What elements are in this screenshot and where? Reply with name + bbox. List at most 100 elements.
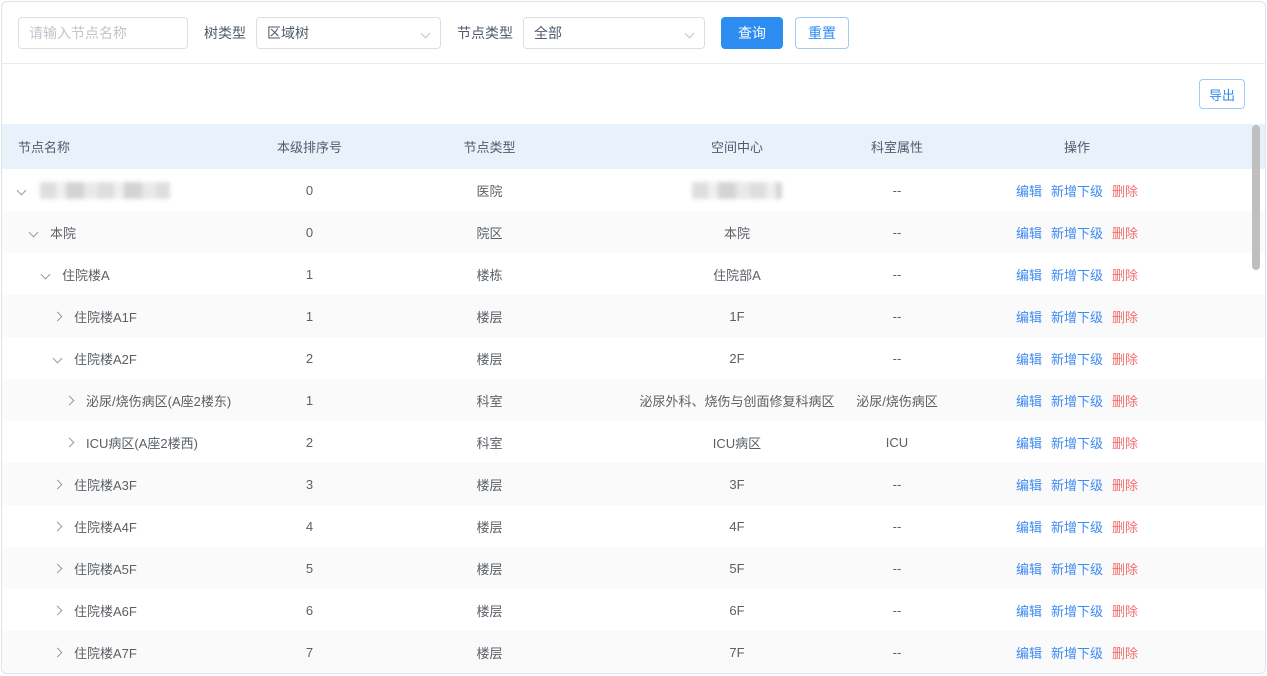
expand-toggle[interactable]: [54, 649, 70, 656]
edit-link[interactable]: 编辑: [1016, 643, 1042, 662]
space-center-cell: 住院部A: [622, 265, 852, 284]
table-row: 住院楼A2F 2 楼层 2F -- 编辑 新增下级 删除: [2, 337, 1265, 379]
table-row: 0 医院 -- 编辑 新增下级 删除: [2, 169, 1265, 211]
space-center-cell: 6F: [622, 603, 852, 618]
delete-link[interactable]: 删除: [1112, 517, 1138, 536]
add-child-link[interactable]: 新增下级: [1051, 349, 1103, 368]
delete-link[interactable]: 删除: [1112, 475, 1138, 494]
reset-button[interactable]: 重置: [795, 17, 849, 49]
node-type-cell: 科室: [357, 391, 622, 410]
add-child-link[interactable]: 新增下级: [1051, 223, 1103, 242]
node-name-cell: 住院楼A7F: [2, 643, 262, 662]
add-child-link[interactable]: 新增下级: [1051, 307, 1103, 326]
expand-toggle[interactable]: [42, 271, 58, 278]
delete-link[interactable]: 删除: [1112, 601, 1138, 620]
sort-order-cell: 4: [262, 519, 357, 534]
col-sort-order: 本级排序号: [262, 137, 357, 156]
table-row: 住院楼A6F 6 楼层 6F -- 编辑 新增下级 删除: [2, 589, 1265, 631]
add-child-link[interactable]: 新增下级: [1051, 391, 1103, 410]
delete-link[interactable]: 删除: [1112, 265, 1138, 284]
expand-toggle[interactable]: [30, 229, 46, 236]
edit-link[interactable]: 编辑: [1016, 307, 1042, 326]
node-name-text: 住院楼A3F: [74, 475, 137, 494]
search-button[interactable]: 查询: [721, 17, 783, 49]
edit-link[interactable]: 编辑: [1016, 265, 1042, 284]
edit-link[interactable]: 编辑: [1016, 181, 1042, 200]
delete-link[interactable]: 删除: [1112, 223, 1138, 242]
vertical-scrollbar-thumb[interactable]: [1252, 125, 1260, 270]
dept-attr-cell: --: [852, 603, 942, 618]
dept-attr-cell: --: [852, 183, 942, 198]
delete-link[interactable]: 删除: [1112, 349, 1138, 368]
space-center-cell: 2F: [622, 351, 852, 366]
chevron-down-icon: [421, 28, 431, 38]
delete-link[interactable]: 删除: [1112, 181, 1138, 200]
add-child-link[interactable]: 新增下级: [1051, 265, 1103, 284]
node-type-cell: 楼层: [357, 307, 622, 326]
expand-toggle[interactable]: [54, 313, 70, 320]
node-name-cell: ICU病区(A座2楼西): [2, 433, 262, 452]
expand-toggle[interactable]: [54, 523, 70, 530]
node-name-text: 本院: [50, 223, 76, 242]
dept-attr-cell: 泌尿/烧伤病区: [852, 391, 942, 410]
node-name-cell: 泌尿/烧伤病区(A座2楼东): [2, 391, 262, 410]
sort-order-cell: 2: [262, 351, 357, 366]
sort-order-cell: 6: [262, 603, 357, 618]
node-type-cell: 楼层: [357, 643, 622, 662]
node-type-cell: 楼栋: [357, 265, 622, 284]
node-name-text: 住院楼A7F: [74, 643, 137, 662]
expand-toggle[interactable]: [18, 187, 34, 194]
expand-toggle[interactable]: [54, 481, 70, 488]
expand-toggle[interactable]: [54, 355, 70, 362]
space-center-cell: ICU病区: [622, 433, 852, 452]
add-child-link[interactable]: 新增下级: [1051, 433, 1103, 452]
node-type-cell: 医院: [357, 181, 622, 200]
node-name-cell: 住院楼A3F: [2, 475, 262, 494]
space-center-cell: 1F: [622, 309, 852, 324]
space-center-cell: 3F: [622, 477, 852, 492]
node-name-cell: 住院楼A2F: [2, 349, 262, 368]
edit-link[interactable]: 编辑: [1016, 559, 1042, 578]
edit-link[interactable]: 编辑: [1016, 433, 1042, 452]
expand-icon: [65, 437, 75, 447]
col-node-name: 节点名称: [2, 137, 262, 156]
dept-attr-cell: --: [852, 225, 942, 240]
expand-icon: [41, 269, 51, 279]
space-center-cell: [622, 182, 852, 199]
expand-toggle[interactable]: [54, 565, 70, 572]
edit-link[interactable]: 编辑: [1016, 223, 1042, 242]
space-tree-table: 节点名称 本级排序号 节点类型 空间中心 科室属性 操作 0 医院 -- 编辑 …: [2, 124, 1265, 673]
dept-attr-cell: --: [852, 519, 942, 534]
table-toolbar: 导出: [2, 64, 1265, 124]
add-child-link[interactable]: 新增下级: [1051, 475, 1103, 494]
dept-attr-cell: ICU: [852, 435, 942, 450]
tree-type-select[interactable]: 区域树: [256, 17, 441, 49]
delete-link[interactable]: 删除: [1112, 391, 1138, 410]
edit-link[interactable]: 编辑: [1016, 601, 1042, 620]
sort-order-cell: 0: [262, 183, 357, 198]
expand-toggle[interactable]: [66, 397, 82, 404]
delete-link[interactable]: 删除: [1112, 643, 1138, 662]
delete-link[interactable]: 删除: [1112, 559, 1138, 578]
export-button[interactable]: 导出: [1199, 79, 1245, 109]
delete-link[interactable]: 删除: [1112, 433, 1138, 452]
add-child-link[interactable]: 新增下级: [1051, 517, 1103, 536]
expand-toggle[interactable]: [66, 439, 82, 446]
edit-link[interactable]: 编辑: [1016, 517, 1042, 536]
table-row: 住院楼A1F 1 楼层 1F -- 编辑 新增下级 删除: [2, 295, 1265, 337]
node-name-cell: [2, 182, 262, 199]
add-child-link[interactable]: 新增下级: [1051, 601, 1103, 620]
table-row: 住院楼A3F 3 楼层 3F -- 编辑 新增下级 删除: [2, 463, 1265, 505]
search-input[interactable]: [18, 17, 188, 49]
edit-link[interactable]: 编辑: [1016, 391, 1042, 410]
node-type-select[interactable]: 全部: [523, 17, 705, 49]
add-child-link[interactable]: 新增下级: [1051, 643, 1103, 662]
node-name-text: 住院楼A4F: [74, 517, 137, 536]
delete-link[interactable]: 删除: [1112, 307, 1138, 326]
expand-toggle[interactable]: [54, 607, 70, 614]
edit-link[interactable]: 编辑: [1016, 475, 1042, 494]
expand-icon: [17, 185, 27, 195]
add-child-link[interactable]: 新增下级: [1051, 181, 1103, 200]
edit-link[interactable]: 编辑: [1016, 349, 1042, 368]
add-child-link[interactable]: 新增下级: [1051, 559, 1103, 578]
